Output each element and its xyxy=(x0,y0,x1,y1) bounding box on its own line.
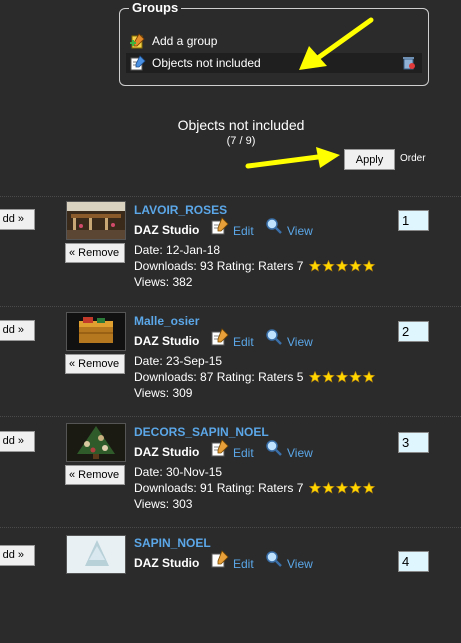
edit-icon[interactable] xyxy=(211,550,229,568)
view-link[interactable]: View xyxy=(287,335,313,349)
rating-stars xyxy=(308,481,377,497)
item-name-link[interactable]: SAPIN_NOEL xyxy=(134,536,211,550)
remove-button[interactable]: « Remove xyxy=(65,465,125,485)
add-button[interactable]: dd » xyxy=(0,545,35,566)
apply-button[interactable]: Apply xyxy=(344,149,395,170)
rating-stars xyxy=(308,259,377,275)
item-views: Views: 309 xyxy=(134,386,193,400)
add-button[interactable]: dd » xyxy=(0,209,35,230)
edit-link[interactable]: Edit xyxy=(233,446,254,460)
yellow-arrow-apply xyxy=(245,147,340,169)
thumbnail-image[interactable] xyxy=(66,312,126,351)
edit-link[interactable]: Edit xyxy=(233,557,254,571)
view-link[interactable]: View xyxy=(287,446,313,460)
section-title: Objects not included xyxy=(177,117,305,133)
edit-icon[interactable] xyxy=(211,217,229,235)
thumbnail-image[interactable] xyxy=(66,535,126,574)
remove-button[interactable]: « Remove xyxy=(65,354,125,374)
order-label: Order xyxy=(400,153,426,164)
edit-icon[interactable] xyxy=(211,439,229,457)
list-item: dd » SAPIN_NOEL DAZ Studio Edit View xyxy=(0,532,461,643)
rating-stars xyxy=(308,370,377,386)
view-link[interactable]: View xyxy=(287,224,313,238)
add-group-icon xyxy=(130,33,146,49)
thumbnail-image[interactable] xyxy=(66,423,126,462)
list-item: dd » « Remove Malle_osier DAZ Studio Edi… xyxy=(0,310,461,421)
view-link[interactable]: View xyxy=(287,557,313,571)
item-date: Date: 12-Jan-18 xyxy=(134,243,221,257)
order-input[interactable] xyxy=(398,551,429,572)
item-downloads-rating: Downloads: 93 Rating: Raters 7 xyxy=(134,259,377,275)
add-group-link[interactable]: Add a group xyxy=(130,31,217,51)
view-magnifier-icon[interactable] xyxy=(265,439,283,457)
list-item: dd » « Remove DECORS_SAPIN_NOEL DAZ Stud… xyxy=(0,421,461,532)
downloads-rating-text: Downloads: 87 Rating: Raters 5 xyxy=(134,370,304,384)
order-input[interactable] xyxy=(398,321,429,342)
order-input[interactable] xyxy=(398,432,429,453)
separator xyxy=(0,196,461,197)
groups-legend: Groups xyxy=(129,1,182,15)
item-downloads-rating: Downloads: 87 Rating: Raters 5 xyxy=(134,370,377,386)
add-button[interactable]: dd » xyxy=(0,320,35,341)
item-date: Date: 23-Sep-15 xyxy=(134,354,223,368)
downloads-rating-text: Downloads: 91 Rating: Raters 7 xyxy=(134,481,304,495)
edit-group-icon xyxy=(130,55,146,71)
yellow-arrow-top xyxy=(299,17,374,70)
item-studio: DAZ Studio xyxy=(134,334,200,348)
edit-link[interactable]: Edit xyxy=(233,224,254,238)
view-magnifier-icon[interactable] xyxy=(265,550,283,568)
section-count: (7 / 9) xyxy=(226,135,256,147)
item-views: Views: 382 xyxy=(134,275,193,289)
item-name-link[interactable]: DECORS_SAPIN_NOEL xyxy=(134,425,269,439)
item-views: Views: 303 xyxy=(134,497,193,511)
list-item: dd » « Remove LAVOIR_ROSES DAZ Studio Ed… xyxy=(0,199,461,310)
item-name-link[interactable]: LAVOIR_ROSES xyxy=(134,203,227,217)
remove-button[interactable]: « Remove xyxy=(65,243,125,263)
add-button[interactable]: dd » xyxy=(0,431,35,452)
item-studio: DAZ Studio xyxy=(134,556,200,570)
order-input[interactable] xyxy=(398,210,429,231)
edit-icon[interactable] xyxy=(211,328,229,346)
downloads-rating-text: Downloads: 93 Rating: Raters 7 xyxy=(134,259,304,273)
add-group-label: Add a group xyxy=(152,34,218,48)
view-magnifier-icon[interactable] xyxy=(265,217,283,235)
thumbnail-image[interactable] xyxy=(66,201,126,240)
item-downloads-rating: Downloads: 91 Rating: Raters 7 xyxy=(134,481,377,497)
item-date: Date: 30-Nov-15 xyxy=(134,465,223,479)
item-studio: DAZ Studio xyxy=(134,445,200,459)
item-name-link[interactable]: Malle_osier xyxy=(134,314,199,328)
groups-panel: Groups Add a group Objects not included xyxy=(119,1,429,86)
edit-link[interactable]: Edit xyxy=(233,335,254,349)
objects-not-included-label: Objects not included xyxy=(152,56,261,70)
item-studio: DAZ Studio xyxy=(134,223,200,237)
trash-icon[interactable] xyxy=(402,55,416,70)
view-magnifier-icon[interactable] xyxy=(265,328,283,346)
